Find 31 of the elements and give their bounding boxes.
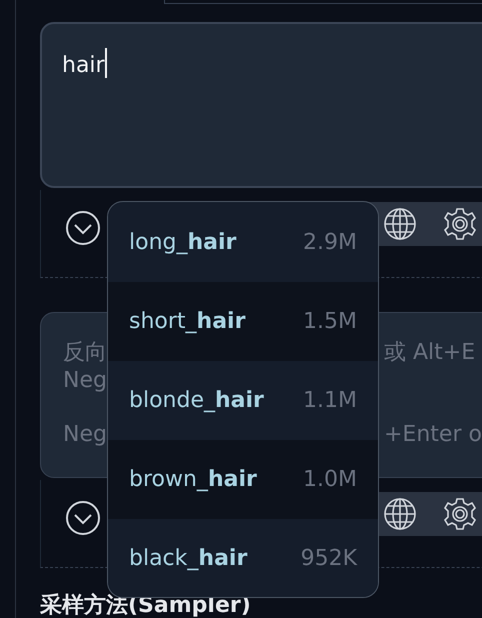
dropdown-toggle-button[interactable] [65,210,101,246]
prompt-field[interactable]: hair [40,22,482,188]
globe-icon [383,497,417,531]
globe-button[interactable] [383,207,417,241]
globe-icon [383,207,417,241]
settings-icon [443,207,477,241]
dropdown-toggle-button[interactable] [65,500,101,536]
placeholder-text: Neg [63,368,107,393]
placeholder-text: +Enter o [384,421,482,449]
chevron-circle-icon [65,500,101,536]
tag-name: blonde_hair [129,388,264,413]
settings-button[interactable] [443,207,477,241]
placeholder-text: Neg [63,422,107,447]
tag-count: 2.9M [303,230,357,255]
tag-name: long_hair [129,230,236,255]
tag-count: 952K [300,546,357,571]
autocomplete-item[interactable]: short_hair 1.5M [108,282,378,361]
autocomplete-item[interactable]: brown_hair 1.0M [108,440,378,519]
tag-count: 1.0M [303,467,357,492]
tag-name: black_hair [129,546,248,571]
tag-count: 1.5M [303,309,357,334]
settings-button[interactable] [443,497,477,531]
chevron-circle-icon [65,210,101,246]
globe-button[interactable] [383,497,417,531]
tag-count: 1.1M [303,388,357,413]
settings-icon [443,497,477,531]
placeholder-text: 反向 [63,340,107,365]
text-caret-icon [104,48,107,78]
tag-name: short_hair [129,309,246,334]
tag-name: brown_hair [129,467,257,492]
placeholder-text: 或 Alt+E [384,339,476,367]
